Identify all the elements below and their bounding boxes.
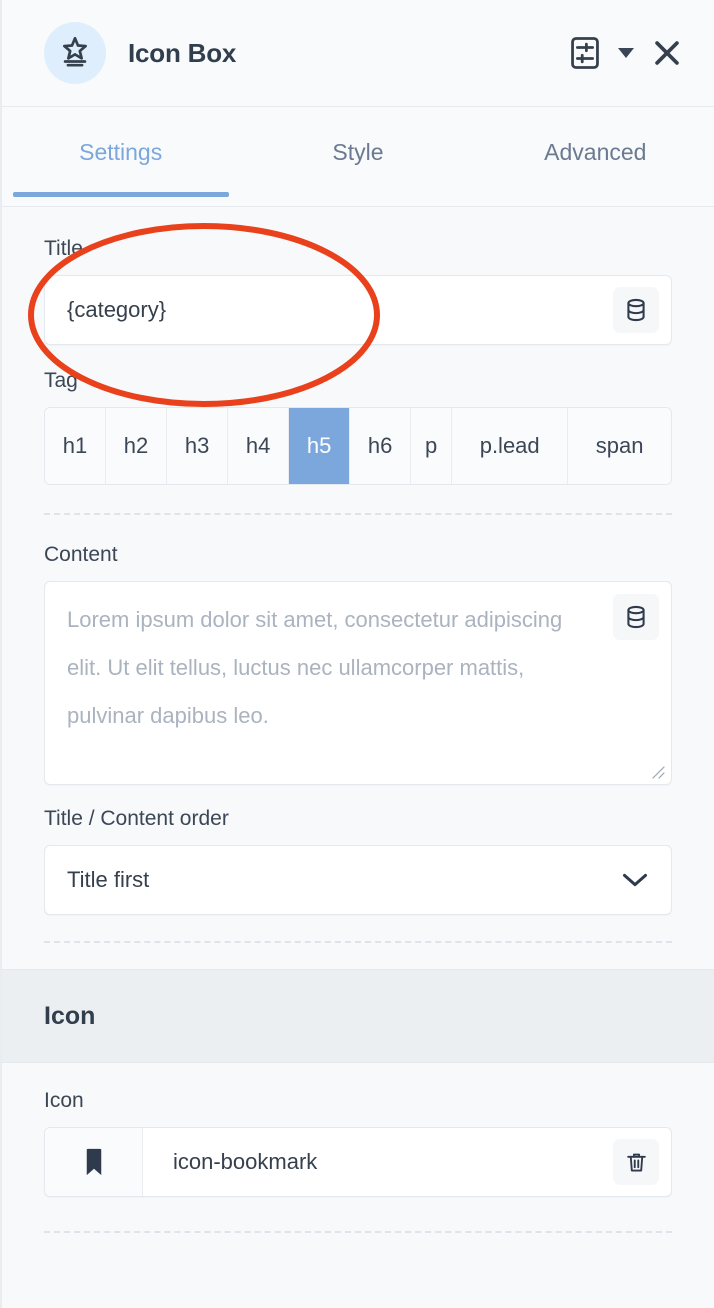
trash-icon[interactable] <box>613 1139 659 1185</box>
tag-option-h2[interactable]: h2 <box>106 408 168 484</box>
title-field-group: Title <box>2 207 714 345</box>
widget-settings-panel: Icon Box Settings Style Advanced Title {… <box>0 0 714 1308</box>
tab-settings[interactable]: Settings <box>2 107 239 206</box>
tag-option-span[interactable]: span <box>568 408 671 484</box>
title-input[interactable] <box>45 276 613 344</box>
content-field-group: Content <box>2 543 714 785</box>
content-textarea-wrap <box>44 581 672 785</box>
tag-option-p[interactable]: p <box>411 408 453 484</box>
tag-option-h4[interactable]: h4 <box>228 408 290 484</box>
icon-field-label: Icon <box>44 1089 84 1112</box>
content-field-label: Content <box>44 543 118 566</box>
tab-bar: Settings Style Advanced <box>2 107 714 207</box>
title-field-label: Title <box>44 237 83 260</box>
icon-picker-row: icon-bookmark <box>44 1127 672 1197</box>
star-lines-icon <box>58 34 92 73</box>
tag-option-h5[interactable]: h5 <box>289 408 351 484</box>
chevron-down-icon <box>621 871 649 889</box>
tag-option-h1[interactable]: h1 <box>45 408 107 484</box>
order-select[interactable]: Title first <box>44 845 672 915</box>
order-field-group: Title / Content order Title first <box>2 785 714 915</box>
panel-header: Icon Box <box>2 0 714 107</box>
tag-option-p-lead[interactable]: p.lead <box>452 408 569 484</box>
title-input-wrap <box>44 275 672 345</box>
bookmark-icon[interactable] <box>45 1128 143 1196</box>
tab-style[interactable]: Style <box>239 107 476 206</box>
icon-section-header: Icon <box>2 969 714 1063</box>
sliders-panel-icon[interactable] <box>568 35 602 71</box>
title-dynamic-database-icon[interactable] <box>613 287 659 333</box>
tab-advanced[interactable]: Advanced <box>477 107 714 206</box>
content-textarea[interactable] <box>45 582 671 784</box>
tag-option-h3[interactable]: h3 <box>167 408 229 484</box>
icon-field-group: Icon icon-bookmark <box>2 1063 714 1197</box>
page-title: Icon Box <box>128 37 237 68</box>
caret-down-icon[interactable] <box>618 48 634 58</box>
settings-body: Title Tag h1 h2 h3 h4 h5 <box>2 207 714 1233</box>
divider-bottom <box>44 1231 672 1233</box>
order-select-value: Title first <box>67 867 150 892</box>
tag-option-h6[interactable]: h6 <box>350 408 412 484</box>
header-actions <box>568 35 684 71</box>
tag-field-label: Tag <box>44 369 78 392</box>
order-field-label: Title / Content order <box>44 807 229 830</box>
divider-tag-content <box>44 513 672 515</box>
divider-order-icon-section <box>44 941 672 943</box>
close-icon[interactable] <box>650 36 684 70</box>
widget-icon-badge <box>44 22 106 84</box>
tag-segmented-control: h1 h2 h3 h4 h5 h6 p p.lead span <box>44 407 672 485</box>
content-dynamic-database-icon[interactable] <box>613 594 659 640</box>
icon-name-value[interactable]: icon-bookmark <box>143 1128 613 1196</box>
icon-section-title: Icon <box>44 1001 96 1030</box>
tag-field-group: Tag h1 h2 h3 h4 h5 h6 p p.lead span <box>2 345 714 485</box>
